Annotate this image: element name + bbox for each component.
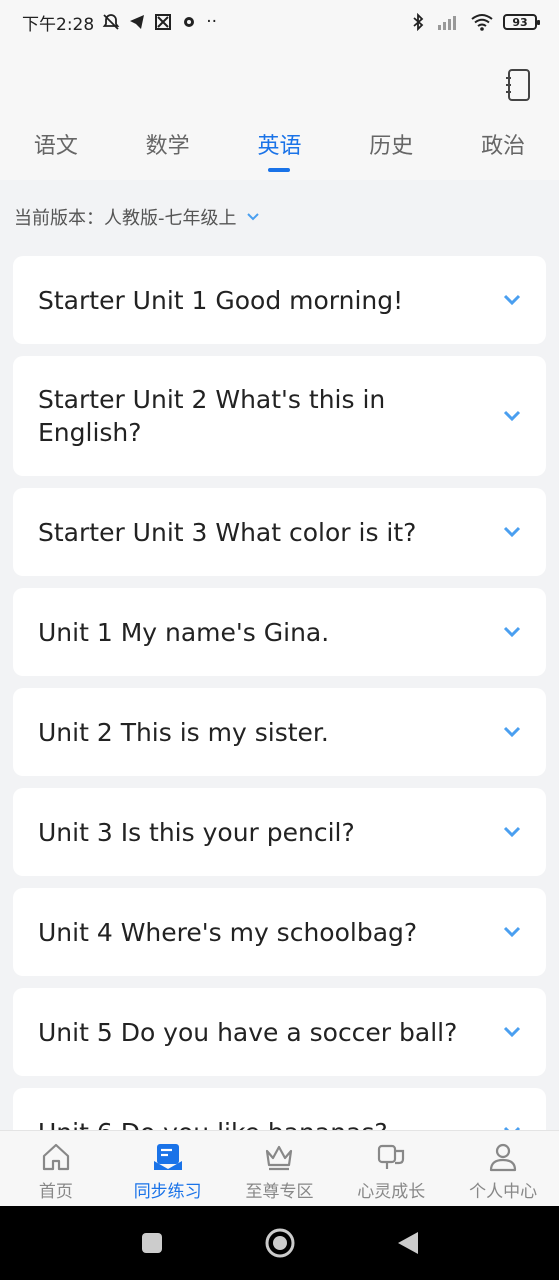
nav-home[interactable]: 首页 [6,1131,106,1206]
chevron-down-icon [503,526,521,538]
header: 语文 数学 英语 历史 政治 [0,44,559,180]
tab-math[interactable]: 数学 [123,128,213,170]
tab-chinese[interactable]: 语文 [11,128,101,170]
signal-icon [438,16,456,30]
chevron-down-icon [503,626,521,638]
nav-label: 至尊专区 [245,1182,314,1202]
nav-label: 首页 [38,1182,73,1202]
wifi-icon [471,14,493,31]
nav-premium[interactable]: 至尊专区 [229,1131,329,1206]
home-icon [42,1143,69,1171]
nav-label: 心灵成长 [357,1182,426,1202]
status-time: 下午2:28 [22,14,95,35]
subject-tabs: 语文 数学 英语 历史 政治 [0,128,559,170]
user-icon [489,1143,517,1172]
status-bar: 下午2:28 ·· 93 [0,0,559,44]
chevron-down-icon [503,926,521,938]
more-icon: ·· [206,12,217,32]
telegram-icon [130,15,145,29]
battery-indicator: 93 [503,14,540,30]
unit-title: Starter Unit 1 Good morning! [38,285,404,315]
growth-icon [378,1144,405,1169]
unit-title: Unit 4 Where's my schoolbag? [38,917,418,947]
system-nav-bar [0,1206,559,1280]
unit-list: Starter Unit 1 Good morning! Starter Uni… [13,256,546,1188]
settings-icon [184,17,195,27]
chevron-down-icon [503,826,521,838]
crown-icon [266,1145,293,1171]
app-icon [155,14,172,30]
recents-button-icon[interactable] [140,1231,164,1255]
tab-english[interactable]: 英语 [234,128,324,170]
unit-title: Starter Unit 3 What color is it? [38,517,417,547]
nav-label: 同步练习 [133,1182,202,1202]
unit-card[interactable]: Unit 4 Where's my schoolbag? [13,888,546,976]
bottom-nav: 首页 同步练习 至尊专区 心灵成长 个人中心 [0,1130,559,1206]
unit-title: Unit 3 Is this your pencil? [38,817,355,847]
home-button-icon[interactable] [264,1227,296,1259]
back-button-icon[interactable] [396,1230,420,1256]
practice-icon [153,1144,182,1170]
unit-card[interactable]: Unit 3 Is this your pencil? [13,788,546,876]
unit-card[interactable]: Unit 1 My name's Gina. [13,588,546,676]
nav-profile[interactable]: 个人中心 [453,1131,553,1206]
chevron-down-icon [503,726,521,738]
chevron-down-icon [503,410,521,422]
bell-off-icon [102,14,120,30]
nav-label: 个人中心 [469,1182,538,1202]
unit-title: Unit 5 Do you have a soccer ball? [38,1017,458,1047]
unit-title: Unit 2 This is my sister. [38,717,329,747]
unit-card[interactable]: Unit 2 This is my sister. [13,688,546,776]
tab-history[interactable]: 历史 [346,128,436,170]
version-selector[interactable]: 当前版本：人教版-七年级上 [14,204,259,230]
chevron-down-icon [503,1026,521,1038]
chevron-down-icon [246,213,259,221]
bluetooth-icon [413,13,424,31]
unit-card[interactable]: Unit 5 Do you have a soccer ball? [13,988,546,1076]
unit-card[interactable]: Starter Unit 3 What color is it? [13,488,546,576]
notebook-icon[interactable] [505,68,533,102]
nav-practice[interactable]: 同步练习 [118,1131,218,1206]
tab-politics[interactable]: 政治 [458,128,548,170]
version-label: 当前版本：人教版-七年级上 [14,208,237,229]
unit-title: Unit 1 My name's Gina. [38,617,330,647]
chevron-down-icon [503,294,521,306]
nav-growth[interactable]: 心灵成长 [341,1131,441,1206]
unit-card[interactable]: Starter Unit 1 Good morning! [13,256,546,344]
unit-title: Starter Unit 2 What's this in English? [38,385,386,447]
unit-card[interactable]: Starter Unit 2 What's this in English? [13,356,546,476]
